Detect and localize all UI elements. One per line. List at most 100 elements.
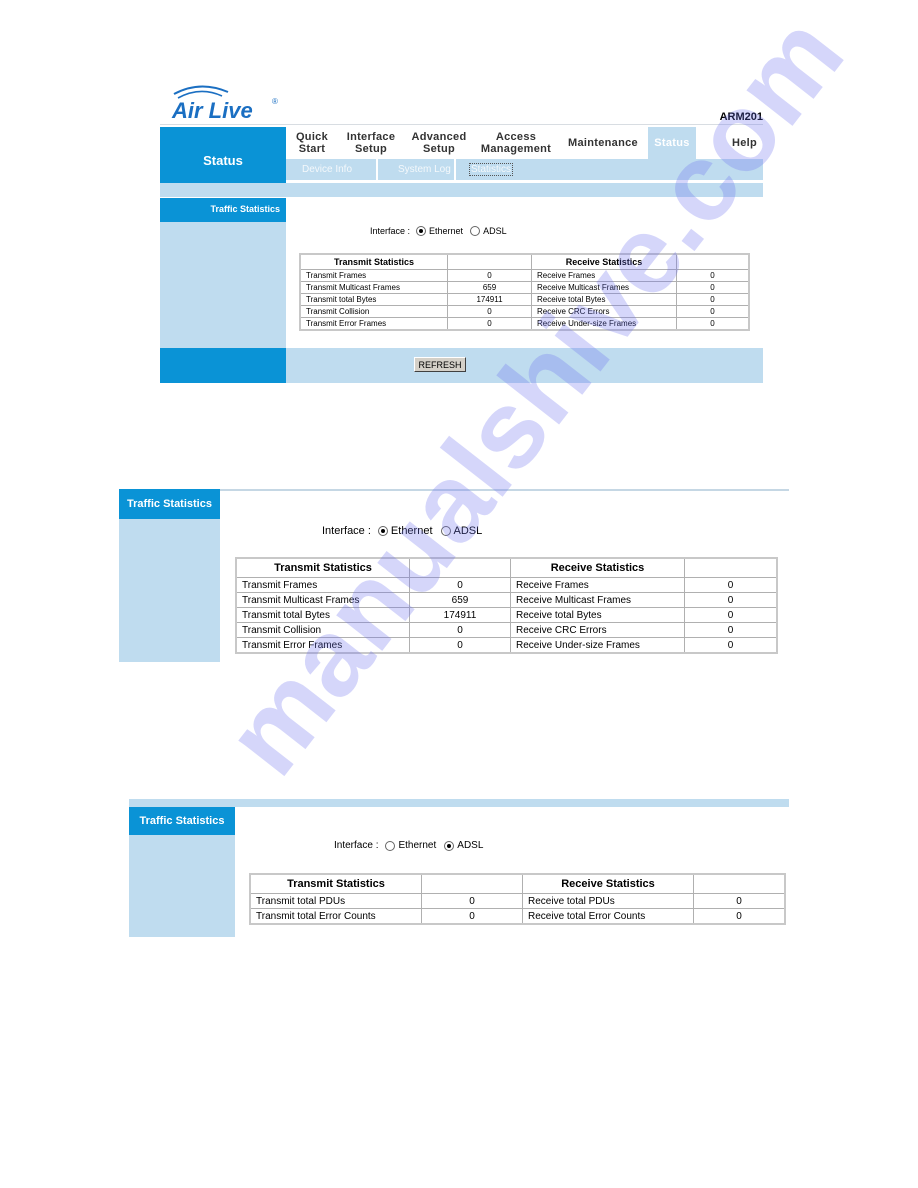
submenu-device-info[interactable]: Device Info bbox=[302, 159, 352, 180]
stat-value: 0 bbox=[409, 622, 511, 638]
interface-selector: Interface : Ethernet ADSL bbox=[334, 840, 483, 851]
model-name: ARM201 bbox=[719, 111, 763, 123]
stat-label: Transmit total Error Counts bbox=[249, 908, 422, 925]
stat-label: Transmit total PDUs bbox=[249, 893, 422, 909]
radio-adsl-label: ADSL bbox=[457, 840, 484, 851]
radio-adsl-label: ADSL bbox=[453, 525, 483, 537]
section-title: Status bbox=[160, 127, 286, 183]
side-title: Traffic Statistics bbox=[129, 807, 235, 835]
stat-value: 0 bbox=[447, 305, 532, 318]
table-row: Transmit Collision 0 Receive CRC Errors 0 bbox=[235, 622, 778, 638]
stat-label: Receive CRC Errors bbox=[531, 305, 677, 318]
radio-ethernet[interactable] bbox=[385, 840, 396, 851]
col-header bbox=[421, 873, 523, 894]
footer-bar bbox=[286, 348, 763, 383]
divider bbox=[160, 124, 763, 125]
col-header bbox=[693, 873, 786, 894]
main-menu: Quick Start Interface Setup Advanced Set… bbox=[286, 127, 763, 159]
menu-quick-start[interactable]: Quick Start bbox=[286, 127, 338, 159]
stat-value: 0 bbox=[447, 317, 532, 331]
stat-value: 0 bbox=[409, 577, 511, 593]
submenu-system-log[interactable]: System Log bbox=[398, 159, 451, 180]
table-row: Transmit Multicast Frames 659 Receive Mult… bbox=[299, 281, 750, 294]
stat-label: Transmit total Bytes bbox=[299, 293, 448, 306]
menu-advanced-setup[interactable]: Advanced Setup bbox=[404, 127, 474, 159]
sub-menu: Device Info System Log Statistics bbox=[286, 159, 763, 180]
interface-selector: Interface : Ethernet ADSL bbox=[322, 525, 482, 537]
stat-value: 0 bbox=[676, 293, 750, 306]
radio-adsl-label: ADSL bbox=[483, 226, 507, 236]
side-panel bbox=[119, 519, 220, 662]
stat-value: 0 bbox=[676, 317, 750, 331]
stat-label: Receive total PDUs bbox=[522, 893, 694, 909]
stat-value: 0 bbox=[421, 908, 523, 925]
stat-label: Transmit Multicast Frames bbox=[299, 281, 448, 294]
radio-ethernet[interactable] bbox=[416, 226, 427, 236]
menu-status[interactable]: Status bbox=[648, 127, 696, 159]
col-header: Transmit Statistics bbox=[235, 557, 410, 578]
ethernet-stats-table: Transmit Statistics Receive Statistics T… bbox=[235, 557, 778, 654]
radio-ethernet[interactable] bbox=[377, 526, 388, 536]
stat-label: Receive CRC Errors bbox=[510, 622, 685, 638]
radio-adsl[interactable] bbox=[440, 526, 451, 536]
radio-adsl[interactable] bbox=[470, 226, 481, 236]
table-header-row: Transmit Statistics Receive Statistics bbox=[235, 557, 778, 578]
menu-interface-setup[interactable]: Interface Setup bbox=[338, 127, 404, 159]
menu-access-management[interactable]: Access Management bbox=[474, 127, 558, 159]
adsl-stats-table: Transmit Statistics Receive Statistics T… bbox=[249, 873, 786, 925]
stat-label: Transmit Collision bbox=[299, 305, 448, 318]
col-header bbox=[447, 253, 532, 270]
ethernet-stats-panel: Traffic Statistics Interface : Ethernet … bbox=[119, 489, 789, 662]
submenu-statistics[interactable]: Statistics bbox=[468, 159, 514, 180]
stat-value: 174911 bbox=[409, 607, 511, 623]
stat-value: 659 bbox=[409, 592, 511, 608]
airlive-logo: Air Live ® bbox=[160, 82, 290, 123]
stat-value: 0 bbox=[684, 607, 778, 623]
interface-selector: Interface : Ethernet ADSL bbox=[370, 226, 507, 236]
table-row: Transmit total Error Counts 0 Receive tota… bbox=[249, 908, 786, 925]
header-stripe bbox=[160, 183, 763, 197]
stat-label: Receive Under-size Frames bbox=[510, 637, 685, 654]
stat-value: 0 bbox=[684, 592, 778, 608]
stat-label: Receive total Bytes bbox=[531, 293, 677, 306]
col-header: Receive Statistics bbox=[531, 253, 677, 270]
menu-maintenance[interactable]: Maintenance bbox=[558, 127, 648, 159]
stat-label: Transmit Frames bbox=[299, 269, 448, 282]
radio-ethernet-label: Ethernet bbox=[429, 226, 464, 236]
table-row: Transmit Collision 0 Receive CRC Errors 0 bbox=[299, 305, 750, 318]
stat-value: 0 bbox=[693, 893, 786, 909]
stat-label: Transmit Frames bbox=[235, 577, 410, 593]
ethernet-stats-table: Transmit Statistics Receive Statistics T… bbox=[299, 253, 750, 331]
table-row: Transmit Error Frames 0 Receive Under-size… bbox=[235, 637, 778, 654]
menu-help[interactable]: Help bbox=[696, 127, 763, 159]
stat-value: 659 bbox=[447, 281, 532, 294]
stat-label: Transmit Error Frames bbox=[235, 637, 410, 654]
table-row: Transmit total Bytes 174911 Receive total … bbox=[235, 607, 778, 623]
stat-label: Transmit total Bytes bbox=[235, 607, 410, 623]
col-header bbox=[676, 253, 750, 270]
stat-value: 0 bbox=[676, 305, 750, 318]
side-panel bbox=[129, 835, 235, 937]
col-header: Transmit Statistics bbox=[299, 253, 448, 270]
stat-value: 174911 bbox=[447, 293, 532, 306]
refresh-button[interactable]: REFRESH bbox=[414, 357, 466, 372]
stat-label: Receive Multicast Frames bbox=[510, 592, 685, 608]
stat-label: Receive Under-size Frames bbox=[531, 317, 677, 331]
stat-label: Receive total Bytes bbox=[510, 607, 685, 623]
side-title: Traffic Statistics bbox=[119, 489, 220, 519]
table-row: Transmit Frames 0 Receive Frames 0 bbox=[299, 269, 750, 282]
stat-value: 0 bbox=[684, 637, 778, 654]
table-header-row: Transmit Statistics Receive Statistics bbox=[299, 253, 750, 270]
side-title: Traffic Statistics bbox=[160, 198, 286, 222]
table-row: Transmit Frames 0 Receive Frames 0 bbox=[235, 577, 778, 593]
table-row: Transmit total Bytes 174911 Receive total … bbox=[299, 293, 750, 306]
table-row: Transmit Multicast Frames 659 Receive Mult… bbox=[235, 592, 778, 608]
col-header: Transmit Statistics bbox=[249, 873, 422, 894]
side-panel bbox=[160, 222, 286, 348]
interface-label: Interface : bbox=[322, 525, 371, 537]
svg-text:®: ® bbox=[272, 97, 278, 106]
header-stripe bbox=[129, 799, 789, 807]
radio-adsl[interactable] bbox=[444, 840, 455, 851]
radio-ethernet-label: Ethernet bbox=[390, 525, 433, 537]
stat-value: 0 bbox=[693, 908, 786, 925]
